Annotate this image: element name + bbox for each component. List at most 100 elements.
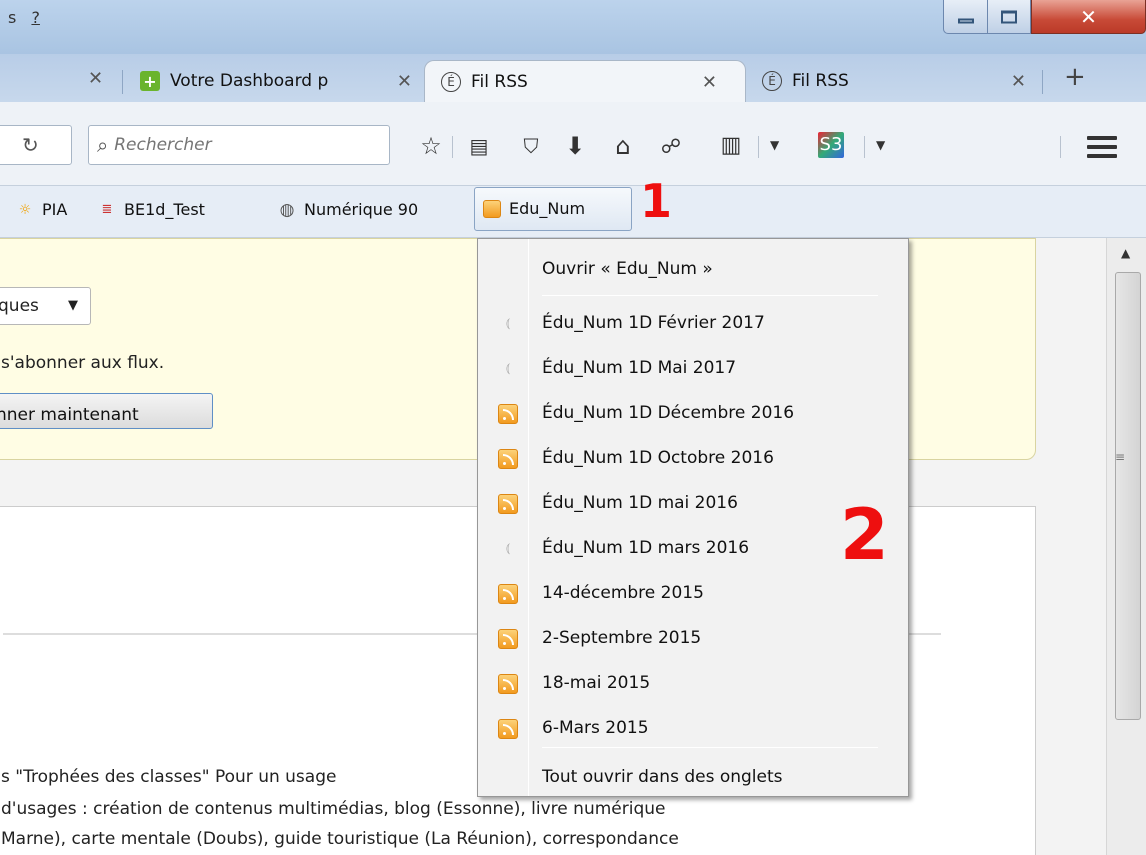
tab-fil-rss[interactable]: É Fil RSS ✕ [746,60,1042,102]
article-text-line: d'usages : création de contenus multiméd… [1,799,666,819]
s3-extension-icon[interactable]: S3 [818,132,844,158]
rss-orange-icon [498,584,518,604]
close-window-button[interactable]: ✕ [1031,0,1146,34]
reload-icon[interactable]: ↻ [22,133,39,157]
close-icon: ✕ [1080,4,1097,29]
bookmark-label: Edu_Num [509,199,586,218]
search-icon: ⌕ [97,133,109,157]
rss-orange-icon [498,629,518,649]
help-menu[interactable]: ? [31,8,40,27]
menu-item-label: 2-Septembre 2015 [542,628,702,648]
bookmark-be1d-test[interactable]: ≣ BE1d_Test [98,200,205,219]
rss-orange-icon [498,449,518,469]
search-bar[interactable]: ⌕ [88,125,390,165]
menu-separator [542,295,878,296]
rss-grey-icon: ⦅ [505,316,511,331]
nav-toolbar: ↻ ⌕ ☆ ▤ ⛉ ⬇ ⌂ ☍ ▥ ▼ S3 ▼ [0,102,1146,186]
green-plus-icon: + [140,71,160,91]
pocket-icon[interactable]: ⛉ [516,132,546,160]
scrollbar-grip-icon: ≡ [1115,450,1126,464]
menu-item-feed[interactable]: 14-décembre 2015 [478,573,908,613]
e-circle-icon: É [441,71,461,92]
select-value: ques [0,296,39,316]
toolbar-separator [864,136,865,158]
menu-item-label: Édu_Num 1D mai 2016 [542,493,738,513]
menu-item-open-feed[interactable]: Ouvrir « Edu_Num » [478,249,908,289]
menu-item-feed[interactable]: 6-Mars 2015 [478,708,908,748]
subscribe-now-button[interactable]: nner maintenant [0,393,213,429]
bookmark-label: Numérique 90 [304,200,419,219]
home-icon[interactable]: ⌂ [608,132,638,160]
menu-item-open-all-in-tabs[interactable]: Tout ouvrir dans des onglets [478,757,908,797]
menu-item-label: 6-Mars 2015 [542,718,649,738]
globe-icon: ◍ [279,199,295,220]
tab-dashboard[interactable]: + Votre Dashboard p ✕ [124,60,424,102]
rss-grey-icon: ⦅ [505,361,511,376]
menu-separator [542,747,878,748]
tab-close-icon[interactable]: ✕ [1011,71,1026,92]
tab-separator [1042,70,1043,94]
extension-icon[interactable]: ☍ [656,132,686,160]
bookmark-pia[interactable]: ☼ PIA [16,200,68,219]
rss-orange-icon [498,674,518,694]
menu-item-label: Édu_Num 1D mars 2016 [542,538,750,558]
bookmark-folder-edu-num[interactable]: Edu_Num [474,187,632,231]
menu-bar-fragment: s ? [8,8,50,27]
new-tab-button[interactable]: + [1064,62,1086,92]
menu-item-feed[interactable]: 18-mai 2015 [478,663,908,703]
menu-item-label: Tout ouvrir dans des onglets [542,767,783,787]
menu-item-label: 18-mai 2015 [542,673,651,693]
tab-close-icon[interactable]: ✕ [397,71,412,92]
rss-grey-icon: ⦅ [505,541,511,556]
bookmark-edu-num: Edu_Num [483,199,585,218]
sun-icon: ☼ [18,201,32,218]
scroll-up-arrow-icon[interactable]: ▲ [1121,246,1130,260]
article-text-line: Marne), carte mentale (Doubs), guide tou… [1,829,679,849]
toolbar-separator [452,136,453,158]
tab-fil-rss-active[interactable]: É Fil RSS ✕ [424,60,746,102]
download-icon[interactable]: ⬇ [560,132,590,160]
minimize-icon [957,18,974,24]
reader-select[interactable]: ques ▼ [0,287,91,325]
annotation-number-2: 2 [840,494,889,576]
toolbar-separator [1060,136,1061,158]
chevron-down-icon: ▼ [68,298,78,313]
title-bar: s ? ✕ [0,0,1146,54]
menu-item-feed[interactable]: ⦅ Édu_Num 1D Février 2017 [478,303,908,343]
toolbar-separator [758,136,759,158]
menu-item-label: Édu_Num 1D Décembre 2016 [542,403,795,423]
hamburger-menu-icon[interactable] [1087,136,1117,163]
chevron-down-icon[interactable]: ▼ [770,138,779,152]
minimize-button[interactable] [943,0,987,34]
tab-close-icon[interactable]: ✕ [88,68,103,89]
clipboard-icon[interactable]: ▥ [716,132,746,160]
rss-orange-icon [498,404,518,424]
search-input[interactable] [114,135,355,155]
menu-item-feed[interactable]: ⦅ Édu_Num 1D Mai 2017 [478,348,908,388]
rss-icon [483,199,501,218]
rss-orange-icon [498,494,518,514]
menu-item-feed[interactable]: Édu_Num 1D Octobre 2016 [478,438,908,478]
maximize-button[interactable] [987,0,1031,34]
menu-item-label: 14-décembre 2015 [542,583,704,603]
menu-item-label: Édu_Num 1D Octobre 2016 [542,448,774,468]
menu-item-fragment[interactable]: s [8,8,16,27]
tab-close-icon[interactable]: ✕ [702,72,717,93]
bookmark-label: PIA [42,200,68,219]
bookmarks-menu-icon[interactable]: ▤ [464,132,494,160]
menu-item-feed[interactable]: 2-Septembre 2015 [478,618,908,658]
maximize-icon [1001,10,1017,23]
menu-item-label: Édu_Num 1D Mai 2017 [542,358,737,378]
scrollbar-thumb[interactable] [1115,272,1141,720]
bookmark-numerique-90[interactable]: ◍ Numérique 90 [278,199,419,220]
menu-item-label: Édu_Num 1D Février 2017 [542,313,765,333]
chevron-down-icon[interactable]: ▼ [876,138,885,152]
rss-orange-icon [498,719,518,739]
menu-item-feed[interactable]: Édu_Num 1D Décembre 2016 [478,393,908,433]
tab-strip: ✕ + Votre Dashboard p ✕ É Fil RSS ✕ É Fi… [0,54,1146,102]
bookmark-star-icon[interactable]: ☆ [416,132,446,160]
tab-separator [122,70,123,94]
notice-text: s'abonner aux flux. [1,353,165,373]
vertical-scrollbar[interactable]: ▲ ≡ [1106,238,1146,855]
tab-label: Votre Dashboard p [170,71,329,91]
